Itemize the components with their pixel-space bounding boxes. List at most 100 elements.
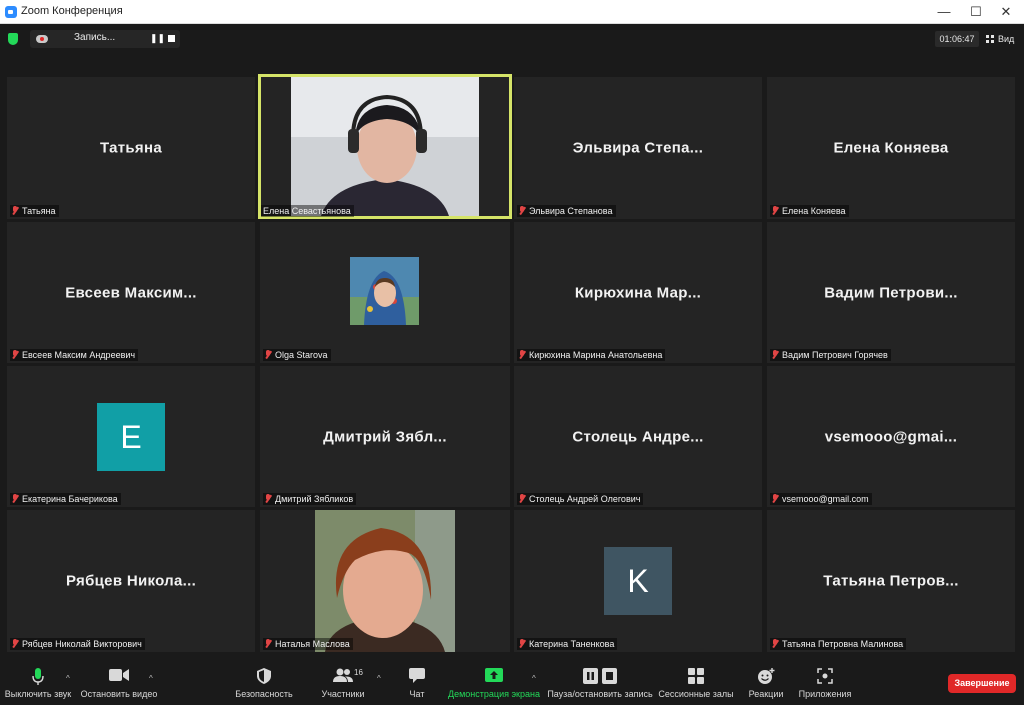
participants-icon [333,668,353,682]
participant-label-text: vsemooo@gmail.com [782,494,869,504]
participants-options-caret[interactable]: ^ [377,674,381,683]
apps-button[interactable]: Приложения [796,654,854,705]
participant-tile[interactable]: Кирюхина Мар... Кирюхина Марина Анатолье… [514,222,762,363]
participant-tile[interactable]: E Екатерина Бачерикова [7,366,255,507]
participant-display-name: Дмитрий Зябл... [323,428,447,445]
participant-tile[interactable]: Елена Коняева Елена Коняева [767,77,1015,219]
participant-tile[interactable]: Наталья Маслова [260,510,510,652]
share-screen-button[interactable]: Демонстрация экрана [447,654,541,705]
encryption-shield-icon[interactable] [8,33,18,45]
security-label: Безопасность [235,689,293,699]
security-button[interactable]: Безопасность [232,654,296,705]
chat-bubble-icon [409,668,425,683]
share-screen-icon [485,668,503,682]
muted-mic-icon [12,206,18,215]
participant-tile[interactable]: Столець Андре... Столець Андрей Олегович [514,366,762,507]
muted-mic-icon [519,350,525,359]
breakout-rooms-icon [688,668,704,684]
participant-tile[interactable]: Татьяна Петров... Татьяна Петровна Малин… [767,510,1015,652]
participant-tile[interactable]: Эльвира Степа... Эльвира Степанова [514,77,762,219]
share-options-caret[interactable]: ^ [532,674,536,683]
video-options-caret[interactable]: ^ [149,674,153,683]
maximize-button[interactable]: ☐ [960,0,992,24]
participant-display-name: Вадим Петрови... [824,284,958,301]
muted-mic-icon [265,639,271,648]
participant-tile[interactable]: K Катерина Таненкова [514,510,762,652]
participant-tile[interactable]: Евсеев Максим... Евсеев Максим Андреевич [7,222,255,363]
end-meeting-button[interactable]: Завершение [948,674,1016,693]
pause-recording-icon[interactable]: ❚❚ [150,33,165,44]
muted-mic-icon [12,494,18,503]
zoom-app-icon [5,6,17,18]
participant-label: vsemooo@gmail.com [770,493,872,505]
participant-label: Татьяна [10,205,59,217]
muted-mic-icon [772,206,778,215]
muted-mic-icon [519,639,525,648]
participant-label-text: Рябцев Николай Викторович [22,639,142,649]
participant-label-text: Татьяна Петровна Малинова [782,639,904,649]
participant-display-name: Татьяна [100,139,162,157]
pause-stop-recording-button[interactable]: Пауза/остановить запись [546,654,654,705]
minimize-button[interactable]: — [928,0,960,24]
participant-label: Евсеев Максим Андреевич [10,349,139,361]
participant-avatar: K [604,547,672,615]
participant-label: Елена Севастьянова [261,205,354,217]
mute-label: Выключить звук [4,689,72,699]
recording-label: Запись... [74,32,116,43]
participant-label-text: Эльвира Степанова [529,206,613,216]
participant-video-feed [291,77,479,216]
view-button[interactable]: Вид [986,31,1014,47]
stop-video-label: Остановить видео [80,689,158,699]
participant-display-name: Рябцев Никола... [65,572,197,590]
stop-video-button[interactable]: Остановить видео [80,654,158,705]
reactions-label: Реакции [748,689,784,699]
participant-label: Рябцев Николай Викторович [10,638,145,650]
chat-button[interactable]: Чат [400,654,434,705]
participant-label-text: Столець Андрей Олегович [529,494,641,504]
meeting-toolbar: Выключить звук ^ Остановить видео ^ Безо… [0,654,1024,705]
breakout-rooms-label: Сессионные залы [658,689,734,699]
participant-video-feed [315,510,455,652]
participant-label: Дмитрий Зябликов [263,493,357,505]
participant-label: Елена Коняева [770,205,849,217]
audio-options-caret[interactable]: ^ [66,674,70,683]
participant-label-text: Кирюхина Марина Анатольевна [529,350,663,360]
breakout-rooms-button[interactable]: Сессионные залы [658,654,734,705]
security-shield-icon [257,668,271,684]
participant-label: Екатерина Бачерикова [10,493,121,505]
muted-mic-icon [265,494,271,503]
participant-display-name: Столець Андре... [572,428,704,445]
grid-view-icon [986,35,994,43]
gallery-grid: Татьяна Татьяна Елена Севастьянова Эльви… [0,74,1024,654]
participant-label-text: Екатерина Бачерикова [22,494,118,504]
participant-label-text: Елена Коняева [782,206,846,216]
participants-button[interactable]: 16 Участники [316,654,370,705]
participant-label: Катерина Таненкова [517,638,618,650]
stop-recording-icon[interactable] [168,35,175,42]
cloud-recording-icon [36,35,48,43]
participant-label-text: Наталья Маслова [275,639,350,649]
video-camera-icon [109,669,129,681]
participant-tile[interactable]: vsemooo@gmai... vsemooo@gmail.com [767,366,1015,507]
participant-tile[interactable]: Дмитрий Зябл... Дмитрий Зябликов [260,366,510,507]
reactions-button[interactable]: Реакции [744,654,788,705]
muted-mic-icon [265,350,271,359]
mute-button[interactable]: Выключить звук [0,654,76,705]
pause-stop-recording-icon [583,668,617,684]
participant-tile[interactable]: Рябцев Никола... Рябцев Николай Викторов… [7,510,255,652]
muted-mic-icon [772,494,778,503]
participant-display-name: vsemooo@gmai... [824,428,958,445]
participant-tile-active-speaker[interactable]: Елена Севастьянова [258,74,512,219]
participant-tile[interactable]: Olga Starova [260,222,510,363]
muted-mic-icon [772,639,778,648]
meeting-timer: 01:06:47 [935,31,979,47]
recording-indicator: Запись... ❚❚ [30,30,180,48]
participant-display-name: Татьяна Петров... [823,572,959,590]
muted-mic-icon [12,639,18,648]
close-button[interactable]: ✕ [990,0,1022,24]
participant-tile[interactable]: Вадим Петрови... Вадим Петрович Горячев [767,222,1015,363]
participant-label: Татьяна Петровна Малинова [770,638,907,650]
muted-mic-icon [519,494,525,503]
apps-icon [817,668,833,684]
participant-tile[interactable]: Татьяна Татьяна [7,77,255,219]
